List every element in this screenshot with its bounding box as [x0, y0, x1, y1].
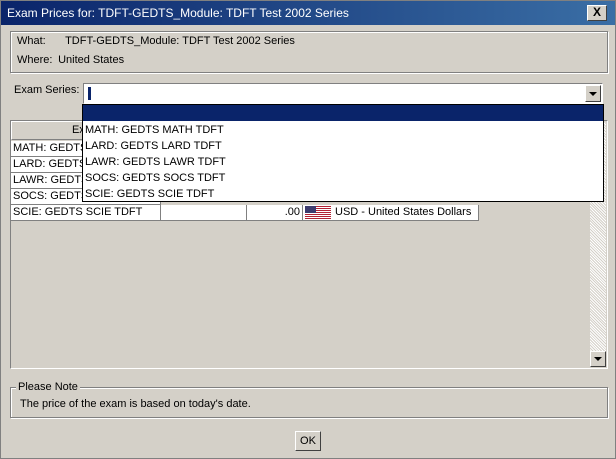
close-button[interactable]: X — [587, 5, 607, 21]
what-value: TDFT-GEDTS_Module: TDFT Test 2002 Series — [65, 35, 295, 47]
blank-cell[interactable] — [161, 205, 247, 221]
exam-series-combobox[interactable] — [83, 83, 603, 104]
window-title: Exam Prices for: TDFT-GEDTS_Module: TDFT… — [7, 6, 349, 20]
scroll-down-icon[interactable] — [590, 351, 606, 367]
currency-label: USD - United States Dollars — [335, 206, 472, 218]
what-row: What: TDFT-GEDTS_Module: TDFT Test 2002 … — [17, 35, 295, 47]
note-legend: Please Note — [16, 381, 80, 393]
exam-series-dropdown-list[interactable]: MATH: GEDTS MATH TDFT LARD: GEDTS LARD T… — [82, 104, 604, 202]
note-text: The price of the exam is based on today'… — [20, 398, 251, 410]
currency-cell[interactable]: USD - United States Dollars — [303, 205, 479, 221]
exam-prices-dialog: Exam Prices for: TDFT-GEDTS_Module: TDFT… — [0, 0, 616, 459]
dropdown-item[interactable] — [83, 105, 603, 121]
table-row[interactable]: SCIE: GEDTS SCIE TDFT .00 USD - United S… — [11, 205, 481, 221]
text-caret — [88, 87, 91, 100]
where-value: United States — [58, 54, 125, 66]
exam-cell[interactable]: SCIE: GEDTS SCIE TDFT — [11, 205, 161, 221]
dropdown-item[interactable]: MATH: GEDTS MATH TDFT — [83, 122, 603, 138]
dropdown-item[interactable]: SOCS: GEDTS SOCS TDFT — [83, 170, 603, 186]
us-flag-icon — [305, 205, 331, 219]
dropdown-item[interactable]: LARD: GEDTS LARD TDFT — [83, 138, 603, 154]
dropdown-item[interactable]: LAWR: GEDTS LAWR TDFT — [83, 154, 603, 170]
where-label: Where: — [17, 54, 53, 66]
ok-button[interactable]: OK — [295, 431, 321, 451]
price-cell[interactable]: .00 — [247, 205, 303, 221]
where-row: Where: United States — [17, 54, 124, 66]
title-bar[interactable]: Exam Prices for: TDFT-GEDTS_Module: TDFT… — [1, 1, 615, 25]
chevron-down-icon[interactable] — [585, 85, 601, 102]
dropdown-item[interactable]: SCIE: GEDTS SCIE TDFT — [83, 186, 603, 202]
exam-series-label: Exam Series: — [14, 84, 80, 96]
what-label: What: — [17, 35, 46, 47]
info-group: What: TDFT-GEDTS_Module: TDFT Test 2002 … — [10, 31, 608, 73]
